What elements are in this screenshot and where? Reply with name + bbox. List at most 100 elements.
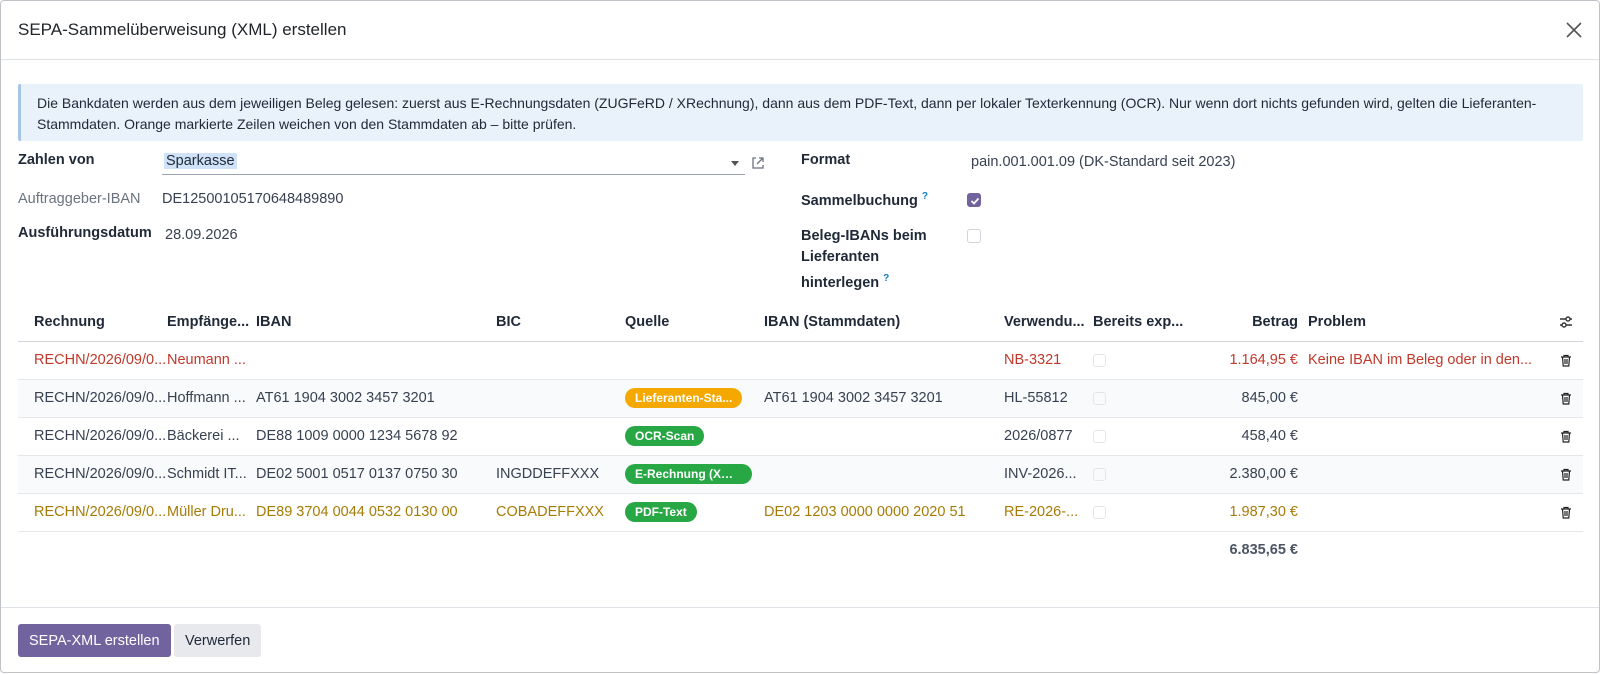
bereits-exportiert-checkbox[interactable] xyxy=(1093,505,1106,519)
col-header-iban-stamm[interactable]: IBAN (Stammdaten) xyxy=(764,303,1004,342)
table-row[interactable]: RECHN/2026/09/0... Müller Dru... DE89 3704… xyxy=(18,493,1583,532)
cell-delete[interactable] xyxy=(1548,455,1583,494)
col-header-betrag[interactable]: Betrag xyxy=(1193,303,1308,342)
cell-quelle[interactable] xyxy=(625,341,764,380)
cell-iban[interactable]: DE88 1009 0000 1234 5678 92 xyxy=(256,417,496,456)
col-header-problem[interactable]: Problem xyxy=(1308,303,1548,342)
cell-verwendung[interactable]: RE-2026-... xyxy=(1004,493,1093,532)
bereits-exportiert-checkbox[interactable] xyxy=(1093,353,1106,367)
cell-delete[interactable] xyxy=(1548,379,1583,418)
cell-betrag[interactable]: 1.987,30 € xyxy=(1193,493,1308,532)
cell-bic[interactable]: INGDDEFFXXX xyxy=(496,455,625,494)
trash-icon[interactable] xyxy=(1560,468,1572,481)
external-link-icon[interactable] xyxy=(750,155,766,171)
table-row[interactable]: RECHN/2026/09/0... Hoffmann ... AT61 1904 … xyxy=(18,379,1583,418)
col-header-bereits[interactable]: Bereits exp... xyxy=(1093,303,1193,342)
cell-problem[interactable] xyxy=(1308,493,1548,532)
cell-iban[interactable]: DE02 5001 0517 0137 0750 30 xyxy=(256,455,496,494)
quelle-badge: OCR-Scan xyxy=(625,426,705,446)
cell-empfaenger[interactable]: Schmidt IT... xyxy=(167,455,256,494)
payment-lines-table: Rechnung Empfänge... IBAN BIC Quelle IBA… xyxy=(18,303,1583,569)
cell-bereits[interactable] xyxy=(1093,417,1193,456)
bereits-exportiert-checkbox[interactable] xyxy=(1093,467,1106,481)
cell-quelle[interactable]: PDF-Text xyxy=(625,493,764,532)
cell-iban-stamm[interactable] xyxy=(764,341,1004,380)
cell-betrag[interactable]: 1.164,95 € xyxy=(1193,341,1308,380)
cell-bic[interactable]: COBADEFFXXX xyxy=(496,493,625,532)
cell-bic[interactable] xyxy=(496,341,625,380)
cell-iban-stamm[interactable]: AT61 1904 3002 3457 3201 xyxy=(764,379,1004,418)
cell-problem[interactable] xyxy=(1308,455,1548,494)
col-header-quelle[interactable]: Quelle xyxy=(625,303,764,342)
cell-bereits[interactable] xyxy=(1093,455,1193,494)
cell-betrag[interactable]: 845,00 € xyxy=(1193,379,1308,418)
cell-betrag[interactable]: 2.380,00 € xyxy=(1193,455,1308,494)
zahlen-von-select[interactable]: Sparkasse xyxy=(162,150,745,175)
cell-rechnung[interactable]: RECHN/2026/09/0... xyxy=(18,417,167,456)
cell-betrag[interactable]: 458,40 € xyxy=(1193,417,1308,456)
cell-quelle[interactable]: Lieferanten-Sta... xyxy=(625,379,764,418)
table-row[interactable]: RECHN/2026/09/0... Neumann ... NB-3321 1.16… xyxy=(18,341,1583,380)
cell-verwendung[interactable]: INV-2026... xyxy=(1004,455,1093,494)
ausfuehrungsdatum-label: Ausführungsdatum xyxy=(18,225,152,241)
column-settings-icon[interactable] xyxy=(1558,314,1574,330)
cell-iban[interactable] xyxy=(256,341,496,380)
cell-verwendung[interactable]: NB-3321 xyxy=(1004,341,1093,380)
cell-empfaenger[interactable]: Müller Dru... xyxy=(167,493,256,532)
cell-bic[interactable] xyxy=(496,379,625,418)
col-header-verwendung[interactable]: Verwendu... xyxy=(1004,303,1093,342)
cell-bereits[interactable] xyxy=(1093,379,1193,418)
sammelbuchung-checkbox[interactable] xyxy=(967,193,981,207)
cell-delete[interactable] xyxy=(1548,417,1583,456)
cell-delete[interactable] xyxy=(1548,493,1583,532)
check-icon xyxy=(970,197,980,205)
cell-iban-stamm[interactable] xyxy=(764,417,1004,456)
cell-iban-stamm[interactable] xyxy=(764,455,1004,494)
col-header-bic[interactable]: BIC xyxy=(496,303,625,342)
cell-rechnung[interactable]: RECHN/2026/09/0... xyxy=(18,341,167,380)
cell-quelle[interactable]: OCR-Scan xyxy=(625,417,764,456)
cell-iban[interactable]: AT61 1904 3002 3457 3201 xyxy=(256,379,496,418)
beleg-ibans-checkbox[interactable] xyxy=(967,229,981,243)
auftraggeber-iban-label: Auftraggeber-IBAN xyxy=(18,191,141,207)
verwerfen-button[interactable]: Verwerfen xyxy=(174,624,262,657)
cell-iban[interactable]: DE89 3704 0044 0532 0130 00 xyxy=(256,493,496,532)
bereits-exportiert-checkbox[interactable] xyxy=(1093,391,1106,405)
cell-bereits[interactable] xyxy=(1093,493,1193,532)
sammelbuchung-label: Sammelbuchung? xyxy=(801,191,928,209)
close-icon[interactable] xyxy=(1565,21,1583,39)
quelle-badge: E-Rechnung (XML) xyxy=(625,464,752,484)
trash-icon[interactable] xyxy=(1560,392,1572,405)
help-icon[interactable]: ? xyxy=(883,273,889,284)
cell-quelle[interactable]: E-Rechnung (XML) xyxy=(625,455,764,494)
cell-bic[interactable] xyxy=(496,417,625,456)
trash-icon[interactable] xyxy=(1560,430,1572,443)
cell-empfaenger[interactable]: Neumann ... xyxy=(167,341,256,380)
sepa-xml-erstellen-button[interactable]: SEPA-XML erstellen xyxy=(18,624,171,657)
cell-empfaenger[interactable]: Bäckerei ... xyxy=(167,417,256,456)
cell-rechnung[interactable]: RECHN/2026/09/0... xyxy=(18,379,167,418)
cell-empfaenger[interactable]: Hoffmann ... xyxy=(167,379,256,418)
ausfuehrungsdatum-field[interactable]: 28.09.2026 xyxy=(165,227,238,243)
bereits-exportiert-checkbox[interactable] xyxy=(1093,429,1106,443)
col-header-rechnung[interactable]: Rechnung xyxy=(18,303,167,342)
cell-rechnung[interactable]: RECHN/2026/09/0... xyxy=(18,493,167,532)
cell-verwendung[interactable]: HL-55812 xyxy=(1004,379,1093,418)
cell-delete[interactable] xyxy=(1548,341,1583,380)
table-row[interactable]: RECHN/2026/09/0... Bäckerei ... DE88 1009 … xyxy=(18,417,1583,456)
cell-iban-stamm[interactable]: DE02 1203 0000 0000 2020 51 xyxy=(764,493,1004,532)
cell-rechnung[interactable]: RECHN/2026/09/0... xyxy=(18,455,167,494)
table-row[interactable]: RECHN/2026/09/0... Schmidt IT... DE02 5001… xyxy=(18,455,1583,494)
cell-problem[interactable]: Keine IBAN im Beleg oder in den... xyxy=(1308,341,1548,380)
sepa-dialog: SEPA-Sammelüberweisung (XML) erstellen D… xyxy=(0,0,1600,673)
cell-problem[interactable] xyxy=(1308,379,1548,418)
cell-bereits[interactable] xyxy=(1093,341,1193,380)
col-header-iban[interactable]: IBAN xyxy=(256,303,496,342)
table-total-row: 6.835,65 € xyxy=(18,531,1583,569)
cell-problem[interactable] xyxy=(1308,417,1548,456)
help-icon[interactable]: ? xyxy=(922,191,928,202)
trash-icon[interactable] xyxy=(1560,506,1572,519)
trash-icon[interactable] xyxy=(1560,354,1572,367)
cell-verwendung[interactable]: 2026/0877 xyxy=(1004,417,1093,456)
col-header-empfaenger[interactable]: Empfänge... xyxy=(167,303,256,342)
